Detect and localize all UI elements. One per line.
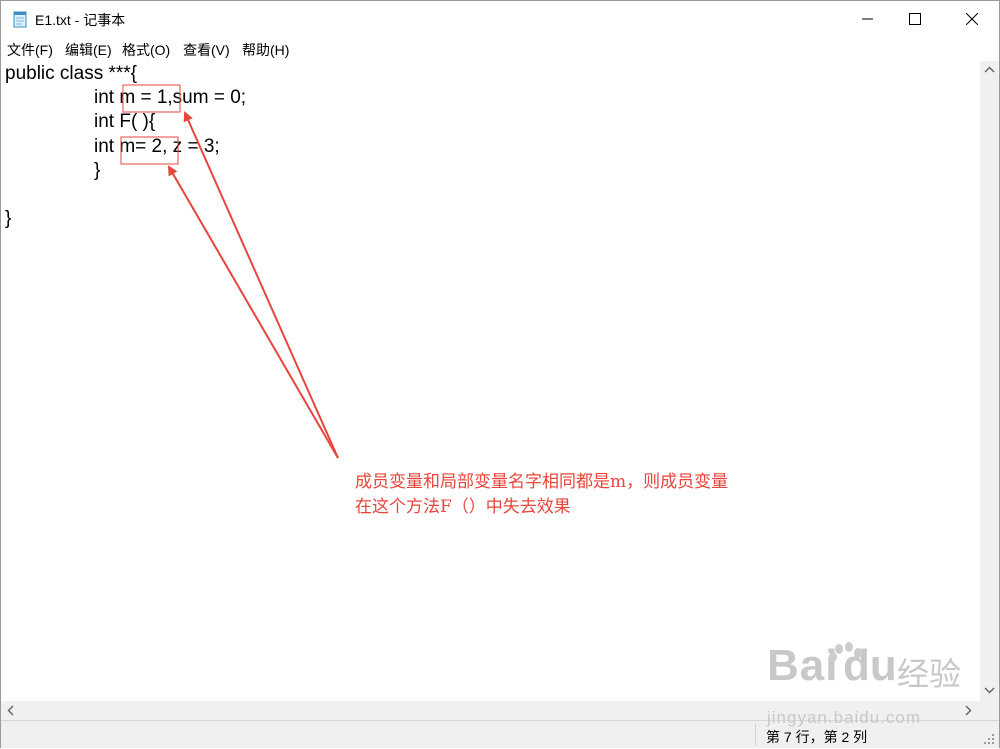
scroll-right-icon[interactable]	[963, 705, 973, 716]
minimize-button[interactable]	[845, 1, 891, 37]
menu-help[interactable]: 帮助(H)	[242, 40, 289, 60]
menu-bar: 文件(F) 编辑(E) 格式(O) 查看(V) 帮助(H)	[1, 37, 999, 61]
paw-icon	[829, 642, 862, 662]
annotation-line-1: 成员变量和局部变量名字相同都是m，则成员变量	[355, 472, 729, 492]
minimize-icon	[862, 18, 873, 20]
code-line-1: public class ***{	[5, 63, 138, 84]
maximize-icon	[909, 13, 921, 25]
notepad-window: E1.txt - 记事本 文件(F) 编辑(E) 格式(O) 查看(V) 帮助(…	[0, 0, 1000, 748]
menu-format[interactable]: 格式(O)	[122, 40, 170, 60]
cursor-position: 第 7 行，第 2 列	[766, 729, 868, 745]
watermark-brand-cn: 经验	[897, 655, 962, 693]
code-line-7: }	[5, 208, 12, 229]
scroll-down-icon[interactable]	[984, 685, 995, 695]
code-line-5: }	[94, 160, 101, 181]
window-title: E1.txt - 记事本	[35, 12, 126, 28]
title-bar[interactable]: E1.txt - 记事本	[1, 1, 999, 37]
scroll-up-icon[interactable]	[984, 65, 995, 75]
code-line-2: int m = 1,sum = 0;	[94, 87, 247, 108]
close-button[interactable]	[949, 1, 995, 37]
menu-view[interactable]: 查看(V)	[183, 40, 230, 60]
menu-edit[interactable]: 编辑(E)	[65, 40, 112, 60]
resize-grip-icon[interactable]	[983, 733, 995, 745]
scroll-corner	[980, 701, 999, 720]
annotation-line-2: 在这个方法F（）中失去效果	[355, 497, 571, 517]
scroll-left-icon[interactable]	[6, 705, 16, 716]
close-icon	[966, 13, 978, 25]
code-line-3: int F( ){	[94, 111, 156, 132]
notepad-icon	[13, 11, 27, 28]
text-editor[interactable]: public class ***{ int m = 1,sum = 0; int…	[1, 61, 980, 701]
maximize-button[interactable]	[892, 1, 938, 37]
status-bar: 第 7 行，第 2 列 jingyan.baidu.com	[1, 708, 999, 748]
menu-file[interactable]: 文件(F)	[7, 40, 53, 60]
status-divider	[755, 724, 756, 746]
code-line-4: int m= 2, z = 3;	[94, 136, 220, 157]
vertical-scrollbar[interactable]	[980, 61, 999, 701]
watermark-url: jingyan.baidu.com	[767, 708, 922, 727]
